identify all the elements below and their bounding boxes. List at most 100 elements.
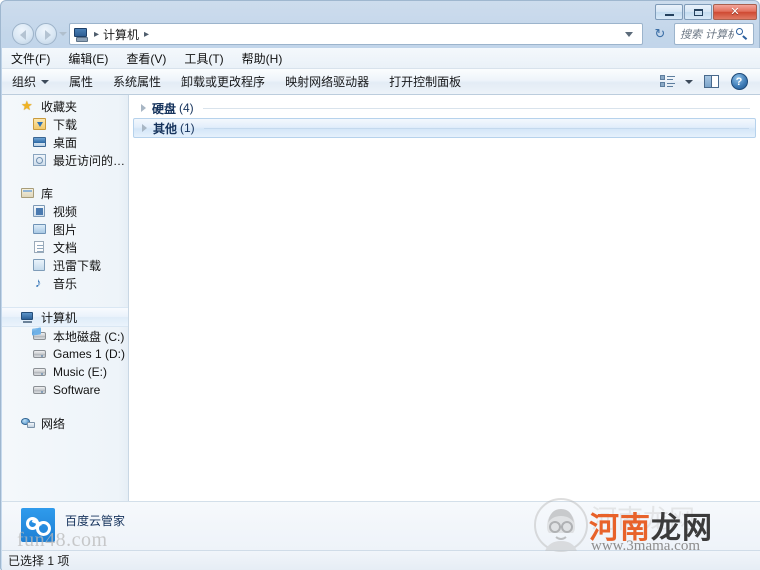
favorites-group: 收藏夹 下载 桌面 最近访问的位置 bbox=[2, 97, 128, 169]
pictures-label: 图片 bbox=[53, 222, 78, 237]
refresh-button[interactable]: ↻ bbox=[649, 23, 671, 45]
music-icon bbox=[32, 275, 48, 291]
computer-icon bbox=[20, 309, 36, 325]
menu-view[interactable]: 查看(V) bbox=[117, 48, 175, 69]
main-area: 收藏夹 下载 桌面 最近访问的位置 库 bbox=[2, 95, 760, 501]
help-button[interactable]: ? bbox=[726, 71, 752, 93]
group-name: 硬盘 bbox=[152, 101, 177, 116]
sidebar-divider-1 bbox=[2, 169, 128, 182]
drive-icon bbox=[32, 382, 48, 398]
close-button[interactable]: ✕ bbox=[713, 4, 757, 20]
maximize-icon bbox=[694, 9, 703, 16]
group-count: (1) bbox=[180, 121, 195, 135]
file-list-view[interactable]: 硬盘 (4) 其他 (1) bbox=[129, 95, 760, 501]
chevron-right-icon[interactable] bbox=[142, 124, 147, 132]
properties-button[interactable]: 属性 bbox=[59, 70, 103, 93]
navigation-row: ▸ 计算机 ▸ ↻ 搜索 计算机 bbox=[1, 20, 760, 48]
local-disk-c-label: 本地磁盘 (C:) bbox=[53, 329, 125, 344]
address-bar[interactable]: ▸ 计算机 ▸ bbox=[69, 23, 643, 45]
sidebar-item-downloads[interactable]: 下载 bbox=[2, 115, 128, 133]
sidebar-item-computer[interactable]: 计算机 bbox=[2, 307, 128, 327]
chevron-right-icon[interactable] bbox=[141, 104, 146, 112]
minimize-button[interactable] bbox=[655, 4, 683, 20]
system-drive-icon bbox=[32, 328, 48, 344]
maximize-button[interactable] bbox=[684, 4, 712, 20]
breadcrumb-separator-icon: ▸ bbox=[94, 28, 100, 40]
explorer-window: ✕ ▸ 计算机 ▸ ↻ 搜索 计算机 文件(F) 编辑(E) 查看(V) 工具(… bbox=[0, 0, 760, 570]
navigation-pane[interactable]: 收藏夹 下载 桌面 最近访问的位置 库 bbox=[2, 95, 129, 501]
group-header-hard-disks[interactable]: 硬盘 (4) bbox=[133, 98, 756, 118]
address-chevron-down-icon[interactable] bbox=[625, 31, 633, 37]
details-item-name: 百度云管家 bbox=[65, 514, 126, 528]
libraries-label: 库 bbox=[41, 186, 54, 201]
music-e-label: Music (E:) bbox=[53, 365, 107, 379]
sidebar-item-local-disk-c[interactable]: 本地磁盘 (C:) bbox=[2, 327, 128, 345]
views-chevron-down-icon[interactable] bbox=[682, 71, 696, 93]
desktop-icon bbox=[32, 134, 48, 150]
sidebar-divider-2 bbox=[2, 292, 128, 305]
documents-label: 文档 bbox=[53, 240, 78, 255]
videos-label: 视频 bbox=[53, 204, 78, 219]
search-box[interactable]: 搜索 计算机 bbox=[674, 23, 754, 45]
sidebar-item-games-1-d[interactable]: Games 1 (D:) bbox=[2, 345, 128, 363]
search-icon bbox=[734, 26, 750, 42]
menu-file[interactable]: 文件(F) bbox=[2, 48, 59, 69]
window-controls: ✕ bbox=[655, 4, 757, 20]
drive-icon bbox=[32, 346, 48, 362]
menu-bar: 文件(F) 编辑(E) 查看(V) 工具(T) 帮助(H) bbox=[2, 48, 760, 69]
sidebar-item-thunder-download[interactable]: 迅雷下载 bbox=[2, 256, 128, 274]
computer-icon bbox=[73, 26, 89, 42]
uninstall-change-program-button[interactable]: 卸载或更改程序 bbox=[171, 70, 275, 93]
sidebar-item-desktop[interactable]: 桌面 bbox=[2, 133, 128, 151]
system-properties-button[interactable]: 系统属性 bbox=[103, 70, 171, 93]
toolbar-right-group: ? bbox=[654, 71, 760, 93]
menu-tools[interactable]: 工具(T) bbox=[175, 48, 232, 69]
recent-places-icon bbox=[32, 152, 48, 168]
games-1-d-label: Games 1 (D:) bbox=[53, 347, 126, 361]
sidebar-item-music[interactable]: 音乐 bbox=[2, 274, 128, 292]
favorites-label: 收藏夹 bbox=[41, 99, 78, 114]
details-pane: 百度云管家 bbox=[2, 501, 760, 550]
close-icon: ✕ bbox=[730, 6, 740, 18]
search-input[interactable]: 搜索 计算机 bbox=[680, 26, 734, 42]
open-control-panel-button[interactable]: 打开控制面板 bbox=[379, 70, 471, 93]
preview-pane-button[interactable] bbox=[698, 71, 724, 93]
videos-icon bbox=[32, 203, 48, 219]
breadcrumb-separator-icon-2: ▸ bbox=[144, 28, 150, 40]
documents-icon bbox=[32, 239, 48, 255]
pictures-icon bbox=[32, 221, 48, 237]
forward-button[interactable] bbox=[35, 23, 57, 45]
sidebar-item-network[interactable]: 网络 bbox=[2, 414, 128, 432]
network-label: 网络 bbox=[41, 416, 66, 431]
sidebar-item-libraries[interactable]: 库 bbox=[2, 184, 128, 202]
sidebar-item-software[interactable]: Software bbox=[2, 381, 128, 399]
music-label: 音乐 bbox=[53, 276, 78, 291]
computer-label: 计算机 bbox=[41, 310, 78, 325]
group-rule bbox=[203, 127, 749, 129]
menu-edit[interactable]: 编辑(E) bbox=[59, 48, 117, 69]
computer-group: 计算机 本地磁盘 (C:) Games 1 (D:) Music (E:) So… bbox=[2, 307, 128, 399]
menu-help[interactable]: 帮助(H) bbox=[233, 48, 292, 69]
organize-label: 组织 bbox=[12, 75, 37, 89]
group-count: (4) bbox=[179, 101, 194, 115]
minimize-icon bbox=[665, 14, 674, 16]
sidebar-divider-3 bbox=[2, 399, 128, 412]
change-view-button[interactable] bbox=[654, 71, 680, 93]
desktop-label: 桌面 bbox=[53, 135, 78, 150]
group-header-other[interactable]: 其他 (1) bbox=[133, 118, 756, 138]
map-network-drive-button[interactable]: 映射网络驱动器 bbox=[275, 70, 379, 93]
organize-button[interactable]: 组织 bbox=[2, 70, 59, 93]
recent-pages-chevron-down-icon[interactable] bbox=[59, 32, 67, 36]
sidebar-item-recent-places[interactable]: 最近访问的位置 bbox=[2, 151, 128, 169]
sidebar-item-music-e[interactable]: Music (E:) bbox=[2, 363, 128, 381]
sidebar-item-videos[interactable]: 视频 bbox=[2, 202, 128, 220]
command-bar: 组织 属性 系统属性 卸载或更改程序 映射网络驱动器 打开控制面板 ? bbox=[2, 69, 760, 95]
views-icon bbox=[659, 75, 675, 88]
libraries-group: 库 视频 图片 文档 迅雷下载 ♪ 音乐 bbox=[2, 184, 128, 292]
thunder-download-label: 迅雷下载 bbox=[53, 258, 102, 273]
sidebar-item-pictures[interactable]: 图片 bbox=[2, 220, 128, 238]
sidebar-item-documents[interactable]: 文档 bbox=[2, 238, 128, 256]
sidebar-item-favorites[interactable]: 收藏夹 bbox=[2, 97, 128, 115]
back-button[interactable] bbox=[12, 23, 34, 45]
breadcrumb-computer[interactable]: 计算机 bbox=[103, 26, 139, 43]
